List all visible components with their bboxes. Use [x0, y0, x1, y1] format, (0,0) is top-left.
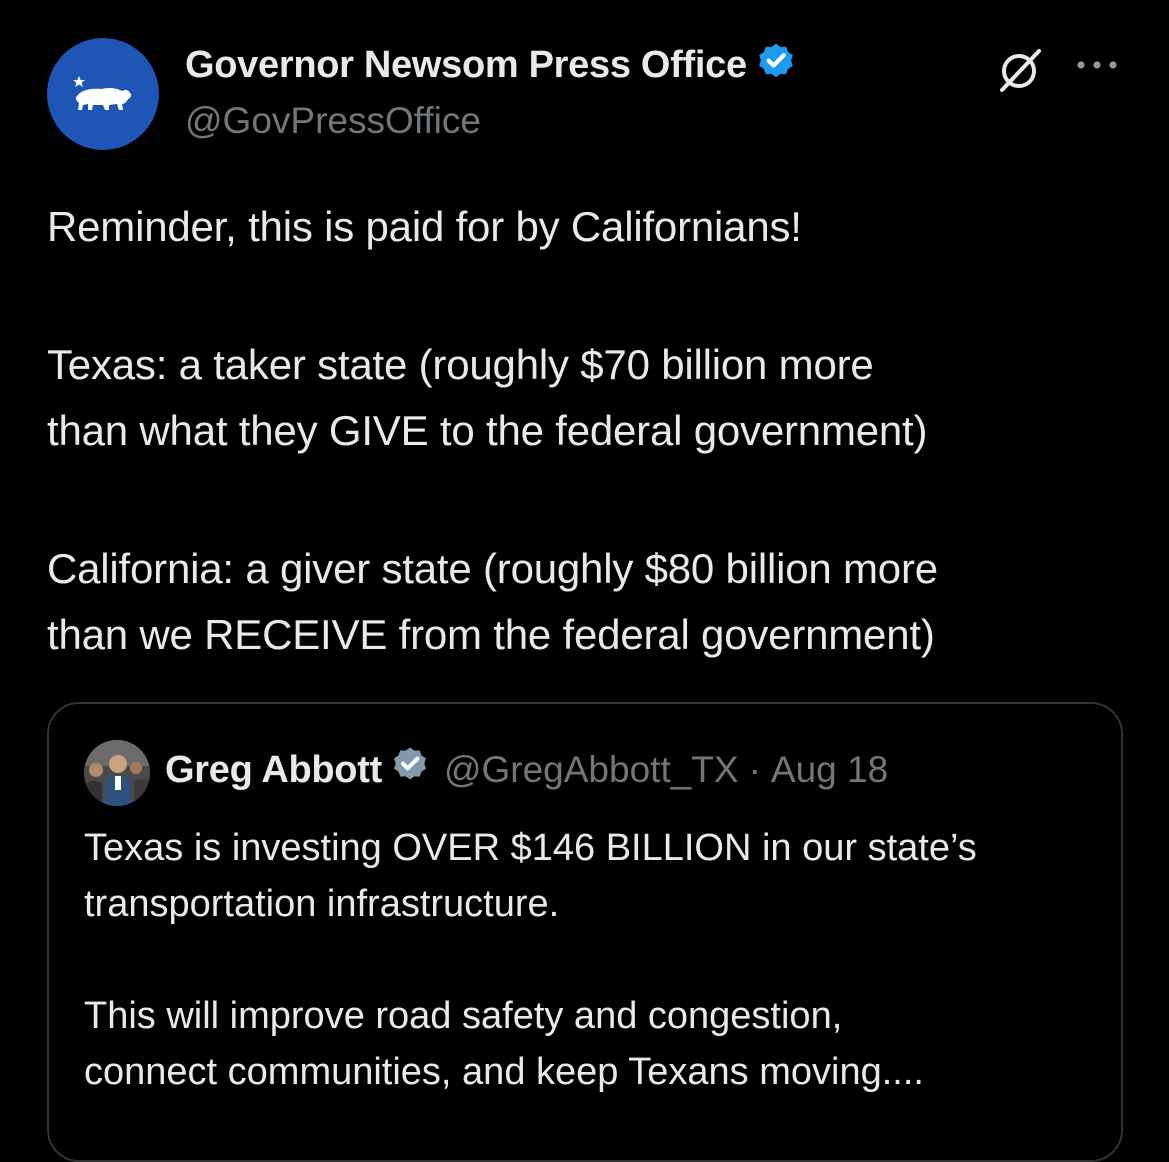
quoted-tweet-date[interactable]: Aug 18: [771, 749, 888, 791]
author-name-text: Governor Newsom Press Office: [185, 44, 747, 86]
quoted-tweet-body: Texas is investing OVER $146 BILLION in …: [84, 820, 1104, 1100]
quoted-tweet-line: Texas is investing OVER $146 BILLION in …: [84, 827, 977, 869]
tweet-line: Reminder, this is paid for by California…: [47, 203, 802, 250]
tweet-line: than we RECEIVE from the federal governm…: [47, 611, 935, 658]
greg-abbott-photo-icon: [84, 740, 150, 806]
author-handle[interactable]: @GovPressOffice: [185, 100, 481, 142]
grok-icon: [1000, 49, 1041, 92]
tweet-body: Reminder, this is paid for by California…: [47, 194, 1147, 668]
quoted-author-handle[interactable]: @GregAbbott_TX: [444, 749, 739, 791]
tweet-line: California: a giver state (roughly $80 b…: [47, 545, 938, 592]
more-options-button[interactable]: [1074, 50, 1120, 80]
author-display-name[interactable]: Governor Newsom Press Office: [185, 41, 797, 93]
gray-verified-badge-icon[interactable]: [390, 745, 430, 795]
quoted-tweet-header: Greg Abbott @GregAbbott_TX · Aug 18: [165, 745, 888, 795]
quoted-author-avatar[interactable]: [84, 740, 150, 806]
tweet-line: Texas: a taker state (roughly $70 billio…: [47, 341, 874, 388]
quoted-author-name[interactable]: Greg Abbott: [165, 749, 382, 792]
more-options-icon: [1077, 61, 1117, 69]
grok-button[interactable]: [994, 44, 1046, 96]
tweet-line: than what they GIVE to the federal gover…: [47, 407, 928, 454]
author-avatar[interactable]: [47, 38, 159, 150]
quoted-tweet-line: transportation infrastructure.: [84, 883, 560, 925]
quoted-tweet-line: connect communities, and keep Texans mov…: [84, 1051, 924, 1093]
quoted-tweet-card[interactable]: Greg Abbott @GregAbbott_TX · Aug 18 Texa…: [47, 702, 1123, 1162]
meta-separator: ·: [748, 749, 761, 790]
verified-badge-icon[interactable]: [755, 41, 797, 93]
quoted-tweet-line: This will improve road safety and conges…: [84, 995, 843, 1037]
california-bear-icon: [73, 76, 132, 110]
